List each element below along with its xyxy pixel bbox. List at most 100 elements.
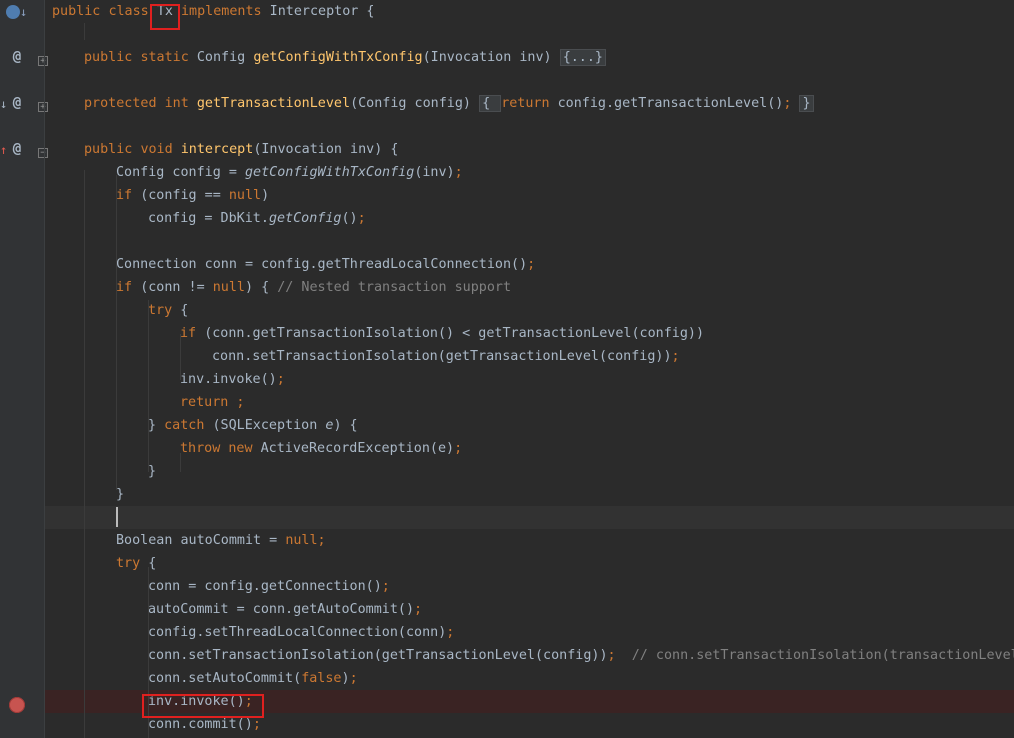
code-token: { (180, 303, 189, 318)
code-line[interactable]: if (conn != null) { // Nested transactio… (45, 276, 1014, 299)
code-line[interactable]: conn.setTransactionIsolation(getTransact… (45, 345, 1014, 368)
code-token: (SQLException (212, 418, 326, 433)
code-token: conn.setTransactionIsolation(getTransact… (148, 648, 608, 663)
code-line[interactable] (45, 115, 1014, 138)
code-line[interactable]: Boolean autoCommit = null; (45, 529, 1014, 552)
code-token: ; (381, 579, 390, 594)
code-token: } (148, 464, 157, 479)
code-line[interactable]: public void intercept(Invocation inv) { (45, 138, 1014, 161)
code-line[interactable]: } (45, 483, 1014, 506)
code-line[interactable]: public class Tx implements Interceptor { (45, 0, 1014, 23)
code-line[interactable]: try { (45, 299, 1014, 322)
code-token: ; (357, 211, 366, 226)
code-line-text: if (config == null) (116, 184, 269, 207)
code-line-text: try { (116, 552, 156, 575)
indent-guide (84, 23, 85, 40)
code-token: } (116, 487, 125, 502)
code-token: ActiveRecordException(e) (260, 441, 455, 456)
code-token: return ; (180, 395, 245, 410)
code-token: ) (341, 671, 350, 686)
code-line[interactable] (45, 69, 1014, 92)
code-line[interactable]: autoCommit = conn.getAutoCommit(); (45, 598, 1014, 621)
code-token: ) { (333, 418, 358, 433)
code-line[interactable]: throw new ActiveRecordException(e); (45, 437, 1014, 460)
code-line[interactable]: config.setThreadLocalConnection(conn); (45, 621, 1014, 644)
code-line[interactable]: if (config == null) (45, 184, 1014, 207)
code-token: config.setThreadLocalConnection(conn) (148, 625, 447, 640)
code-token: new (228, 441, 261, 456)
code-line[interactable]: conn.setAutoCommit(false); (45, 667, 1014, 690)
code-token: } (148, 418, 165, 433)
code-editor[interactable]: public class Tx implements Interceptor {… (45, 0, 1014, 738)
code-token: static (140, 50, 197, 65)
code-line[interactable]: protected int getTransactionLevel(Config… (45, 92, 1014, 115)
code-token: (config == (140, 188, 229, 203)
code-line-text: } catch (SQLException e) { (148, 414, 358, 437)
code-line[interactable]: conn = config.getConnection(); (45, 575, 1014, 598)
code-token: { (148, 556, 157, 571)
code-token: (Invocation inv) (422, 50, 560, 65)
code-token: ; (252, 717, 261, 732)
code-line[interactable] (45, 506, 1014, 529)
code-token: implements (172, 4, 262, 19)
folded-code-region[interactable]: } (799, 95, 814, 112)
code-line[interactable]: inv.invoke(); (45, 368, 1014, 391)
code-line[interactable] (45, 23, 1014, 46)
code-token: return (501, 96, 558, 111)
code-token: ; (454, 441, 463, 456)
code-token: Interceptor { (261, 4, 375, 19)
code-token: ; (454, 165, 463, 180)
breakpoint-icon[interactable] (9, 697, 25, 713)
code-line-text: autoCommit = conn.getAutoCommit(); (148, 598, 422, 621)
code-line-text: public class Tx implements Interceptor { (52, 0, 375, 23)
code-token: public (52, 4, 109, 19)
folded-code-region[interactable]: { (479, 95, 502, 112)
indent-guide (148, 300, 149, 472)
code-line-text: config = DbKit.getConfig(); (148, 207, 366, 230)
code-token: (Invocation inv) { (253, 142, 399, 157)
code-token: config.getTransactionLevel() (557, 96, 784, 111)
code-line-text: return ; (180, 391, 245, 414)
code-token: void (140, 142, 181, 157)
indent-guide (84, 170, 85, 738)
code-line-text: conn.setTransactionIsolation(getTransact… (148, 644, 1014, 667)
code-line[interactable]: Config config = getConfigWithTxConfig(in… (45, 161, 1014, 184)
implemented-icon[interactable]: ↓ (0, 0, 44, 23)
code-token: conn.setTransactionIsolation(getTransact… (212, 349, 672, 364)
code-token: conn.setAutoCommit( (148, 671, 302, 686)
folded-code-region[interactable]: {...} (559, 49, 606, 66)
code-token: ; (349, 671, 358, 686)
code-line-text: public static Config getConfigWithTxConf… (84, 46, 606, 69)
code-line[interactable]: return ; (45, 391, 1014, 414)
code-line[interactable]: if (conn.getTransactionIsolation() < get… (45, 322, 1014, 345)
code-token: getTransactionLevel (196, 96, 351, 111)
code-line[interactable] (45, 230, 1014, 253)
code-token: ) (261, 188, 270, 203)
code-line-text: Config config = getConfigWithTxConfig(in… (116, 161, 463, 184)
code-token: Boolean autoCommit = (116, 533, 286, 548)
code-line[interactable]: config = DbKit.getConfig(); (45, 207, 1014, 230)
code-token: try (116, 556, 149, 571)
code-token: null; (285, 533, 326, 548)
code-token: null (228, 188, 262, 203)
code-line[interactable]: try { (45, 552, 1014, 575)
code-line-text: inv.invoke(); (180, 368, 285, 391)
code-line[interactable]: conn.setTransactionIsolation(getTransact… (45, 644, 1014, 667)
code-line-text: Boolean autoCommit = null; (116, 529, 326, 552)
code-line[interactable]: public static Config getConfigWithTxConf… (45, 46, 1014, 69)
code-line-text: } (116, 483, 124, 506)
code-token: conn = config.getConnection() (148, 579, 382, 594)
code-line-text: conn.setAutoCommit(false); (148, 667, 358, 690)
code-line[interactable]: } catch (SQLException e) { (45, 414, 1014, 437)
indent-guide (116, 175, 117, 490)
code-line[interactable]: Connection conn = config.getThreadLocalC… (45, 253, 1014, 276)
code-token: ; (607, 648, 632, 663)
code-token: Config config = (116, 165, 245, 180)
code-line-text: Connection conn = config.getThreadLocalC… (116, 253, 535, 276)
code-line-text: throw new ActiveRecordException(e); (180, 437, 462, 460)
code-line-text: } (148, 460, 156, 483)
code-token: if (180, 326, 205, 341)
code-token: public (84, 50, 141, 65)
highlight-box-invoke-call (142, 694, 264, 718)
code-line[interactable]: } (45, 460, 1014, 483)
